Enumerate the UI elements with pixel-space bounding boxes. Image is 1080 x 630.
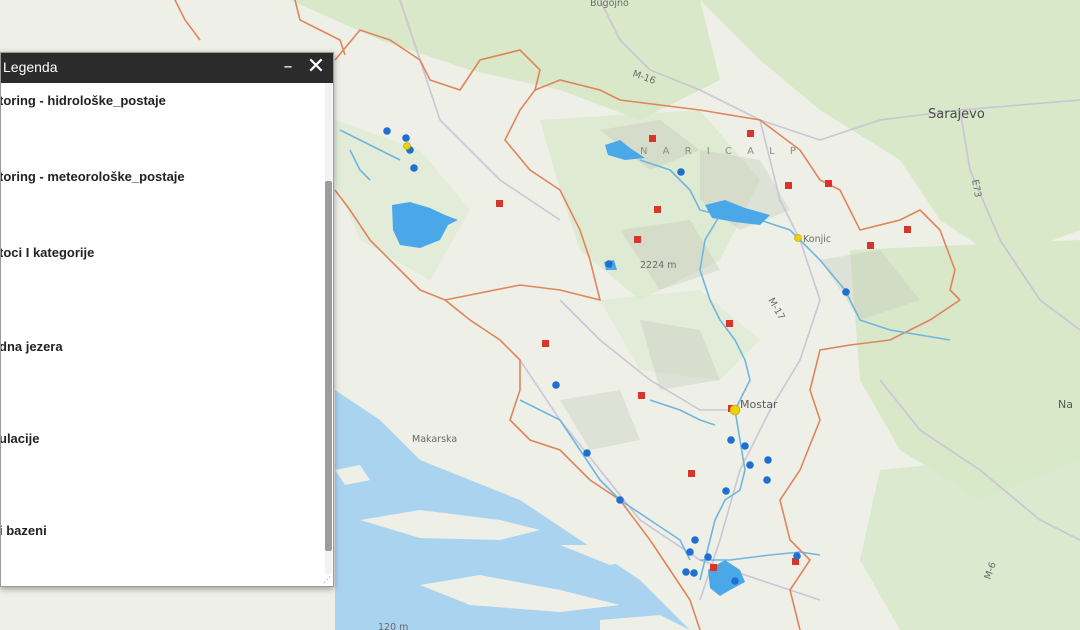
station-marker[interactable] <box>605 260 613 268</box>
close-icon[interactable]: ✕ <box>305 55 327 79</box>
station-marker[interactable] <box>746 461 754 469</box>
legend-title: Legenda <box>3 59 58 75</box>
station-marker[interactable] <box>638 392 645 399</box>
place-label-konjic: Konjic <box>803 234 831 245</box>
legend-item-accumulations: ulacije <box>0 431 40 446</box>
minimize-icon[interactable]: – <box>279 56 297 78</box>
legend-panel[interactable]: Legenda – ✕ toring - hidrološke_postaje … <box>0 52 334 587</box>
station-marker[interactable] <box>741 442 749 450</box>
elevation-label-sea: 120 m <box>378 622 408 630</box>
station-marker[interactable] <box>763 476 771 484</box>
place-label-mostar: Mostar <box>740 398 778 411</box>
elevation-label: 2224 m <box>640 260 676 271</box>
legend-item-meteo-stations: toring - meteorološke_postaje <box>0 169 185 184</box>
resize-grip-icon[interactable]: ⋰ <box>323 576 331 584</box>
station-marker[interactable] <box>704 553 712 561</box>
station-marker[interactable] <box>764 456 772 464</box>
station-marker[interactable] <box>552 381 560 389</box>
station-marker[interactable] <box>726 320 733 327</box>
station-marker[interactable] <box>677 168 685 176</box>
station-marker[interactable] <box>542 340 549 347</box>
station-marker[interactable] <box>691 536 699 544</box>
place-label-na: Na <box>1058 398 1073 411</box>
station-marker[interactable] <box>583 449 591 457</box>
legend-item-basins: i bazeni <box>0 523 47 538</box>
station-marker[interactable] <box>722 487 730 495</box>
station-marker[interactable] <box>686 548 694 556</box>
station-marker[interactable] <box>785 182 792 189</box>
mountain-range-label: N A R I C A L P <box>640 146 802 157</box>
station-marker[interactable] <box>402 134 410 142</box>
place-label-sarajevo: Sarajevo <box>928 107 985 122</box>
legend-body: toring - hidrološke_postaje toring - met… <box>1 83 333 586</box>
place-label-bugojno: Bugojno <box>590 0 629 9</box>
station-marker[interactable] <box>867 242 874 249</box>
legend-item-lakes: dna jezera <box>0 339 63 354</box>
station-marker[interactable] <box>496 200 503 207</box>
station-marker[interactable] <box>649 135 656 142</box>
station-marker[interactable] <box>793 552 801 560</box>
place-label-makarska: Makarska <box>412 434 457 445</box>
station-marker[interactable] <box>383 127 391 135</box>
station-marker[interactable] <box>682 568 690 576</box>
station-marker[interactable] <box>688 470 695 477</box>
station-marker[interactable] <box>690 569 698 577</box>
legend-scrollbar-thumb[interactable] <box>325 181 332 551</box>
station-marker[interactable] <box>731 577 739 585</box>
station-marker[interactable] <box>410 164 418 172</box>
station-marker[interactable] <box>904 226 911 233</box>
station-marker[interactable] <box>403 142 411 150</box>
station-marker[interactable] <box>794 234 802 242</box>
station-marker[interactable] <box>634 236 641 243</box>
station-marker[interactable] <box>729 404 741 416</box>
station-marker[interactable] <box>616 496 624 504</box>
station-marker[interactable] <box>727 436 735 444</box>
station-marker[interactable] <box>747 130 754 137</box>
station-marker[interactable] <box>654 206 661 213</box>
legend-header[interactable]: Legenda – ✕ <box>1 53 333 83</box>
station-marker[interactable] <box>842 288 850 296</box>
station-marker[interactable] <box>710 564 717 571</box>
legend-item-hydro-stations: toring - hidrološke_postaje <box>0 93 166 108</box>
station-marker[interactable] <box>825 180 832 187</box>
legend-item-watercourses: toci I kategorije <box>0 245 95 260</box>
